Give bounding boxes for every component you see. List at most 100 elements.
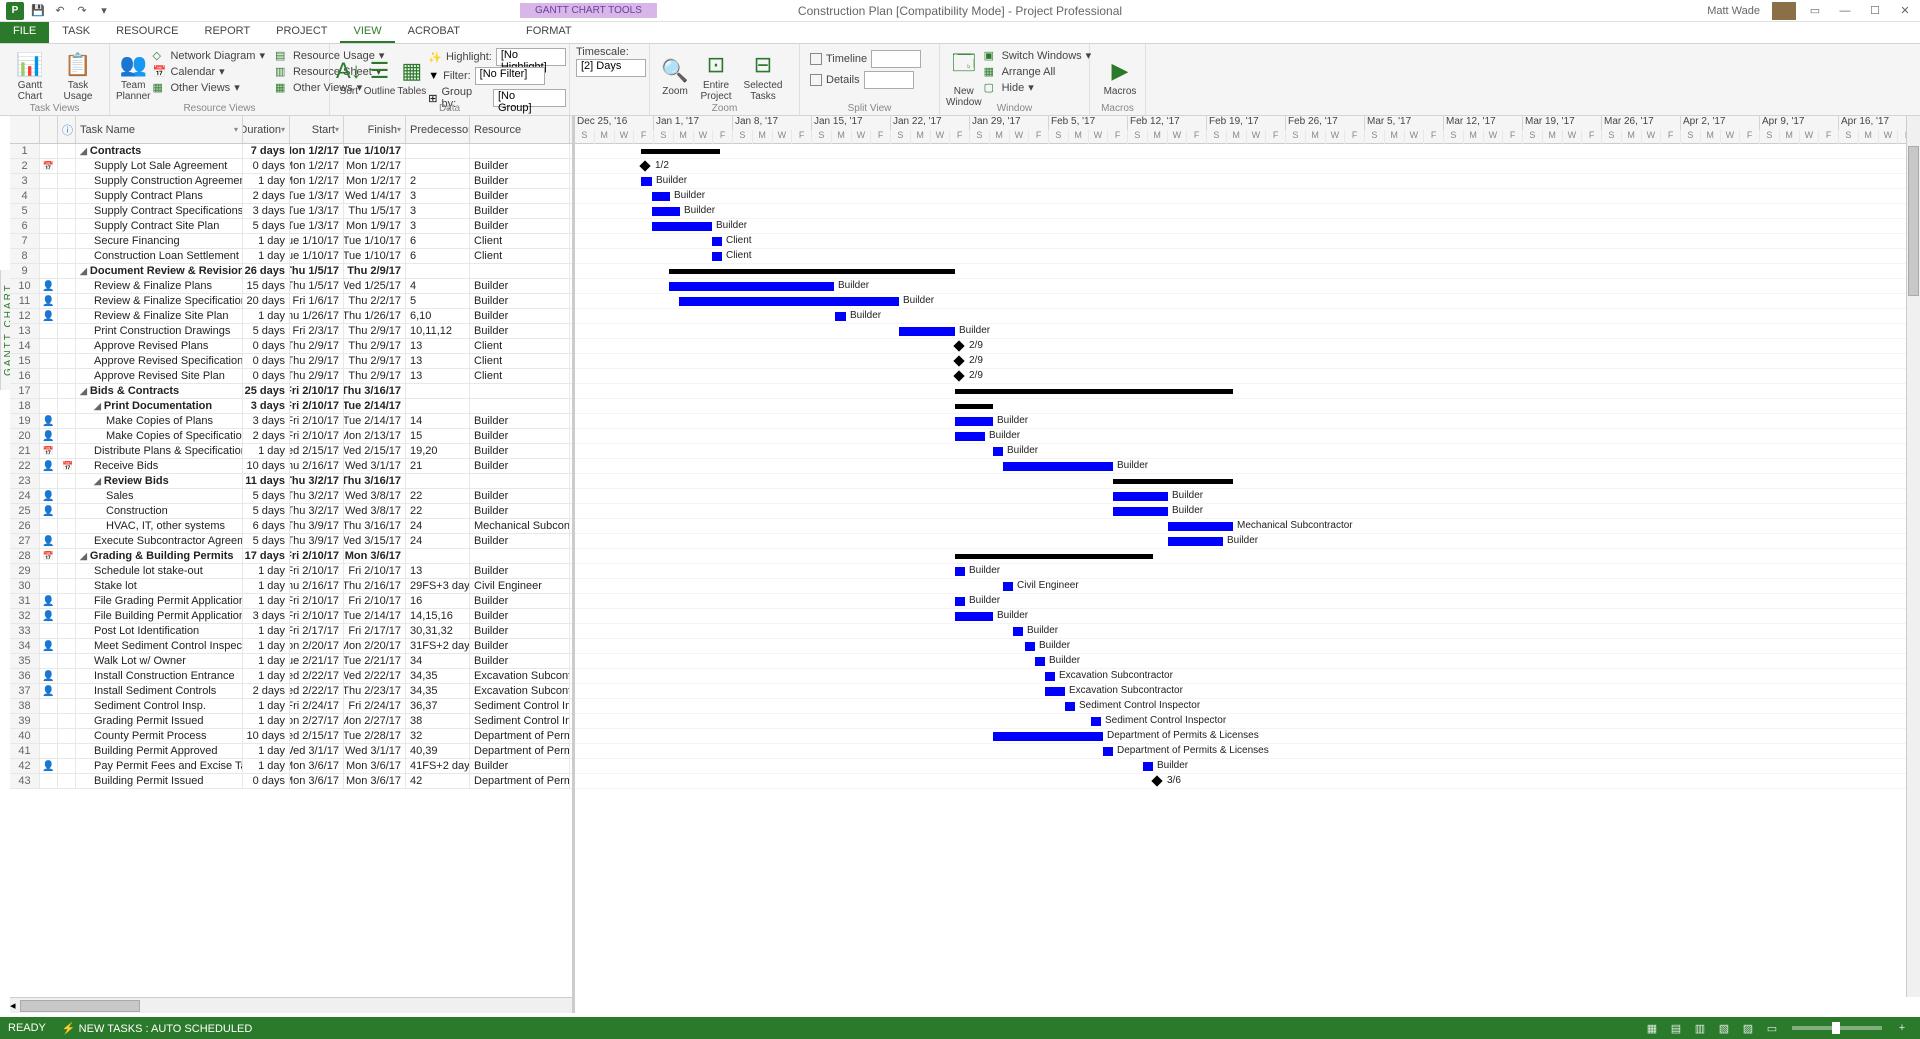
table-row[interactable]: 12👤Review & Finalize Site Plan1 dayThu 1… [10, 309, 572, 324]
table-row[interactable]: 17◢Bids & Contracts25 daysFri 2/10/17Thu… [10, 384, 572, 399]
arrange-all-button[interactable]: ▦Arrange All [982, 64, 1094, 79]
tables-button[interactable]: ▦Tables [397, 46, 426, 108]
table-row[interactable]: 42👤Pay Permit Fees and Excise Taxes1 day… [10, 759, 572, 774]
col-finish[interactable]: Finish▾ [344, 116, 406, 143]
task-bar[interactable] [1113, 492, 1168, 501]
undo-icon[interactable]: ↶ [52, 3, 68, 19]
table-row[interactable]: 28📅◢Grading & Building Permits17 daysFri… [10, 549, 572, 564]
zoom-out-icon[interactable]: ▭ [1762, 1020, 1782, 1036]
task-bar[interactable] [641, 177, 652, 186]
col-rownum[interactable] [10, 116, 40, 143]
col-predecessors[interactable]: Predecessors▾ [406, 116, 470, 143]
tab-task[interactable]: TASK [49, 22, 103, 43]
table-row[interactable]: 38Sediment Control Insp.1 dayFri 2/24/17… [10, 699, 572, 714]
table-row[interactable]: 36👤Install Construction Entrance1 dayWed… [10, 669, 572, 684]
zoom-button[interactable]: 🔍Zoom [656, 46, 694, 108]
task-bar[interactable] [1091, 717, 1101, 726]
timescale-select[interactable]: [2] Days [576, 59, 646, 77]
task-bar[interactable] [993, 447, 1003, 456]
maximize-icon[interactable]: ☐ [1864, 2, 1886, 20]
highlight-select[interactable]: [No Highlight] [496, 48, 566, 66]
macros-button[interactable]: ▶Macros [1096, 46, 1144, 108]
milestone-icon[interactable] [953, 370, 964, 381]
summary-bar[interactable] [955, 389, 1233, 394]
task-bar[interactable] [1065, 702, 1075, 711]
gantt-chart-button[interactable]: 📊Gantt Chart [6, 46, 54, 108]
task-bar[interactable] [993, 732, 1103, 741]
h-scrollbar[interactable]: ◂ [10, 997, 572, 1013]
table-row[interactable]: 37👤Install Sediment Controls2 daysWed 2/… [10, 684, 572, 699]
milestone-icon[interactable] [953, 355, 964, 366]
task-bar[interactable] [1168, 522, 1233, 531]
summary-bar[interactable] [955, 554, 1153, 559]
task-bar[interactable] [652, 192, 670, 201]
table-row[interactable]: 23◢Review Bids11 daysThu 3/2/17Thu 3/16/… [10, 474, 572, 489]
task-bar[interactable] [679, 297, 899, 306]
table-row[interactable]: 10👤Review & Finalize Plans15 daysThu 1/5… [10, 279, 572, 294]
table-row[interactable]: 31👤File Grading Permit Application1 dayF… [10, 594, 572, 609]
qat-more-icon[interactable]: ▾ [96, 3, 112, 19]
col-duration[interactable]: Duration▾ [243, 116, 290, 143]
calendar-button[interactable]: 📅Calendar ▾ [150, 64, 267, 79]
table-row[interactable]: 3Supply Construction Agreement1 dayMon 1… [10, 174, 572, 189]
milestone-icon[interactable] [953, 340, 964, 351]
summary-bar[interactable] [1113, 479, 1233, 484]
tab-file[interactable]: FILE [0, 22, 49, 43]
table-row[interactable]: 20👤Make Copies of Specifications2 daysFr… [10, 429, 572, 444]
table-row[interactable]: 11👤Review & Finalize Specifications20 da… [10, 294, 572, 309]
task-bar[interactable] [1025, 642, 1035, 651]
entire-project-button[interactable]: ⊡Entire Project [694, 46, 738, 108]
milestone-icon[interactable] [639, 160, 650, 171]
gantt-body[interactable]: 1/2BuilderBuilderBuilderBuilderClientCli… [575, 144, 1920, 789]
summary-bar[interactable] [669, 269, 955, 274]
timeline-checkbox[interactable] [810, 53, 822, 65]
view-sheet-icon[interactable]: ▧ [1714, 1020, 1734, 1036]
table-row[interactable]: 35Walk Lot w/ Owner1 dayTue 2/21/17Tue 2… [10, 654, 572, 669]
col-start[interactable]: Start▾ [290, 116, 344, 143]
task-bar[interactable] [835, 312, 846, 321]
hide-button[interactable]: ▢Hide ▾ [982, 80, 1094, 95]
table-row[interactable]: 18◢Print Documentation3 daysFri 2/10/17T… [10, 399, 572, 414]
task-bar[interactable] [1035, 657, 1045, 666]
table-row[interactable]: 40County Permit Process10 daysWed 2/15/1… [10, 729, 572, 744]
table-row[interactable]: 2📅Supply Lot Sale Agreement0 daysMon 1/2… [10, 159, 572, 174]
task-usage-button[interactable]: 📋Task Usage [54, 46, 102, 108]
task-bar[interactable] [1113, 507, 1168, 516]
task-bar[interactable] [1013, 627, 1023, 636]
col-indicator[interactable] [40, 116, 58, 143]
new-window-button[interactable]: 🗔New Window [946, 46, 982, 108]
task-bar[interactable] [1045, 687, 1065, 696]
task-bar[interactable] [955, 612, 993, 621]
zoom-slider[interactable] [1792, 1026, 1882, 1030]
task-bar[interactable] [899, 327, 955, 336]
table-row[interactable]: 30Stake lot1 dayThu 2/16/17Thu 2/16/1729… [10, 579, 572, 594]
table-row[interactable]: 5Supply Contract Specifications3 daysTue… [10, 204, 572, 219]
col-resource[interactable]: Resource [470, 116, 570, 143]
table-row[interactable]: 39Grading Permit Issued1 dayMon 2/27/17M… [10, 714, 572, 729]
tab-report[interactable]: REPORT [192, 22, 264, 43]
view-team-icon[interactable]: ▥ [1690, 1020, 1710, 1036]
selected-tasks-button[interactable]: ⊟Selected Tasks [738, 46, 788, 108]
table-row[interactable]: 25👤Construction5 daysThu 3/2/17Wed 3/8/1… [10, 504, 572, 519]
table-row[interactable]: 4Supply Contract Plans2 daysTue 1/3/17We… [10, 189, 572, 204]
save-icon[interactable]: 💾 [30, 3, 46, 19]
table-row[interactable]: 22👤📅Receive Bids10 daysThu 2/16/17Wed 3/… [10, 459, 572, 474]
task-bar[interactable] [1003, 582, 1013, 591]
avatar[interactable] [1772, 2, 1796, 20]
ribbon-minimize-icon[interactable]: ▭ [1804, 2, 1826, 20]
task-bar[interactable] [1168, 537, 1223, 546]
table-row[interactable]: 21📅Distribute Plans & Specifications1 da… [10, 444, 572, 459]
redo-icon[interactable]: ↷ [74, 3, 90, 19]
col-info[interactable]: ⓘ [58, 116, 76, 143]
table-row[interactable]: 41Building Permit Approved1 dayWed 3/1/1… [10, 744, 572, 759]
task-bar[interactable] [652, 222, 712, 231]
outline-button[interactable]: ☰Outline [364, 46, 396, 108]
table-row[interactable]: 26HVAC, IT, other systems6 daysThu 3/9/1… [10, 519, 572, 534]
table-row[interactable]: 15Approve Revised Specifications0 daysTh… [10, 354, 572, 369]
table-row[interactable]: 1◢Contracts7 daysMon 1/2/17Tue 1/10/17 [10, 144, 572, 159]
table-row[interactable]: 27👤Execute Subcontractor Agreements5 day… [10, 534, 572, 549]
milestone-icon[interactable] [1151, 775, 1162, 786]
details-checkbox[interactable] [810, 74, 822, 86]
task-bar[interactable] [1143, 762, 1153, 771]
team-planner-button[interactable]: 👥Team Planner [116, 46, 150, 108]
